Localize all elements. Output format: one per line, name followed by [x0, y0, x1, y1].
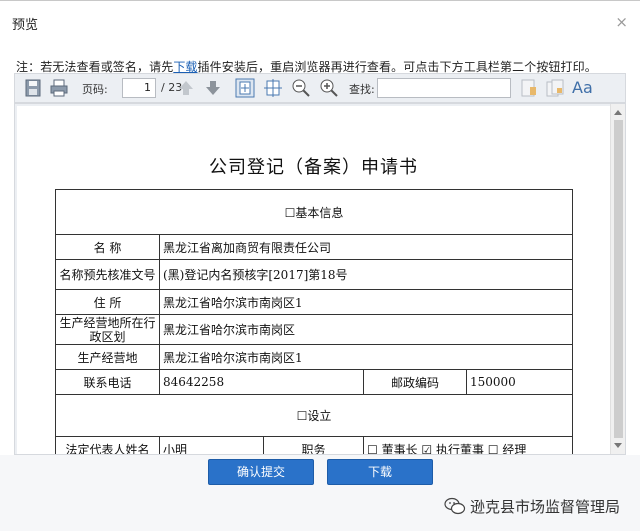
approval-value: (黑)登记内名预核字[2017]第18号: [158, 259, 574, 290]
phone-value: 84642258: [159, 369, 364, 395]
arrow-down-icon[interactable]: [203, 78, 223, 98]
wechat-icon: [444, 497, 466, 515]
position-options: ☐ 董事长 ☑ 执行董事 ☐ 经理: [362, 436, 574, 454]
fit-page-icon[interactable]: [235, 78, 255, 98]
confirm-submit-button[interactable]: 确认提交: [208, 459, 314, 485]
document-title: 公司登记（备案）申请书: [209, 157, 418, 178]
copy-icon[interactable]: [545, 78, 565, 98]
zoom-in-icon[interactable]: [319, 78, 339, 98]
dialog-footer: 确认提交 下载: [0, 455, 640, 531]
fit-width-icon[interactable]: [263, 78, 283, 98]
scrollbar-thumb[interactable]: [614, 120, 623, 438]
legal-rep-value: 小明: [159, 436, 264, 454]
zoom-out-icon[interactable]: [291, 78, 311, 98]
position-label: 职务: [263, 436, 364, 454]
scroll-up-icon[interactable]: [614, 110, 622, 115]
print-icon[interactable]: [49, 78, 69, 98]
legal-rep-label: 法定代表人姓名: [55, 436, 160, 454]
font-size-icon[interactable]: Aa: [572, 78, 593, 97]
region-label: 生产经营地所在行政区划: [55, 314, 160, 345]
watermark-text: 逊克县市场监督管理局: [470, 498, 621, 516]
preview-dialog: 预览 × 注：若无法查看或签名，请先下载插件安装后，重启浏览器再进行查看。可点击…: [0, 0, 640, 531]
download-button[interactable]: 下载: [327, 459, 433, 485]
notice-suffix: 插件安装后，重启浏览器再进行查看。可点击下方工具栏第二个按钮打印。: [197, 60, 597, 74]
highlight-icon[interactable]: [519, 78, 539, 98]
registration-form-table: ☐基本信息 名 称 黑龙江省离加商贸有限责任公司 名称预先核准文号 (黑)登记内…: [54, 189, 574, 454]
document-page: 公司登记（备案）申请书 ☐基本信息 名 称 黑龙江省离加商贸有限责任公司 名称预…: [17, 106, 610, 454]
scroll-down-icon[interactable]: [614, 443, 622, 448]
save-icon[interactable]: [23, 78, 43, 98]
arrow-up-icon[interactable]: [176, 78, 196, 98]
phone-label: 联系电话: [55, 369, 160, 395]
dialog-titlebar: 预览 ×: [0, 1, 640, 47]
notice-prefix: 注：若无法查看或签名，请先: [16, 60, 174, 74]
approval-label: 名称预先核准文号: [55, 259, 160, 290]
address-label: 住 所: [55, 289, 160, 315]
name-value: 黑龙江省离加商贸有限责任公司: [158, 234, 574, 260]
site-label: 生产经营地: [55, 344, 160, 370]
search-input[interactable]: [377, 78, 511, 98]
name-label: 名 称: [55, 234, 160, 260]
vertical-scrollbar[interactable]: [610, 104, 625, 454]
dialog-title: 预览: [12, 18, 39, 33]
document-viewer: 公司登记（备案）申请书 ☐基本信息 名 称 黑龙江省离加商贸有限责任公司 名称预…: [14, 103, 626, 455]
site-value: 黑龙江省哈尔滨市南岗区1: [158, 344, 574, 370]
search-label: 查找:: [349, 83, 375, 96]
zip-value: 150000: [465, 369, 574, 395]
section-setup: ☐设立: [54, 394, 574, 437]
address-value: 黑龙江省哈尔滨市南岗区1: [158, 289, 574, 315]
region-value: 黑龙江省哈尔滨市南岗区: [158, 314, 574, 345]
page-label: 页码:: [82, 83, 108, 96]
section-basic-info: ☐基本信息: [54, 189, 574, 235]
zip-label: 邮政编码: [363, 369, 467, 395]
close-icon[interactable]: ×: [615, 13, 628, 31]
page-number-input[interactable]: 1: [122, 78, 156, 98]
viewer-toolbar: 页码: 1 / 23 查找: Aa: [14, 73, 626, 103]
download-plugin-link[interactable]: 下载: [173, 60, 197, 74]
